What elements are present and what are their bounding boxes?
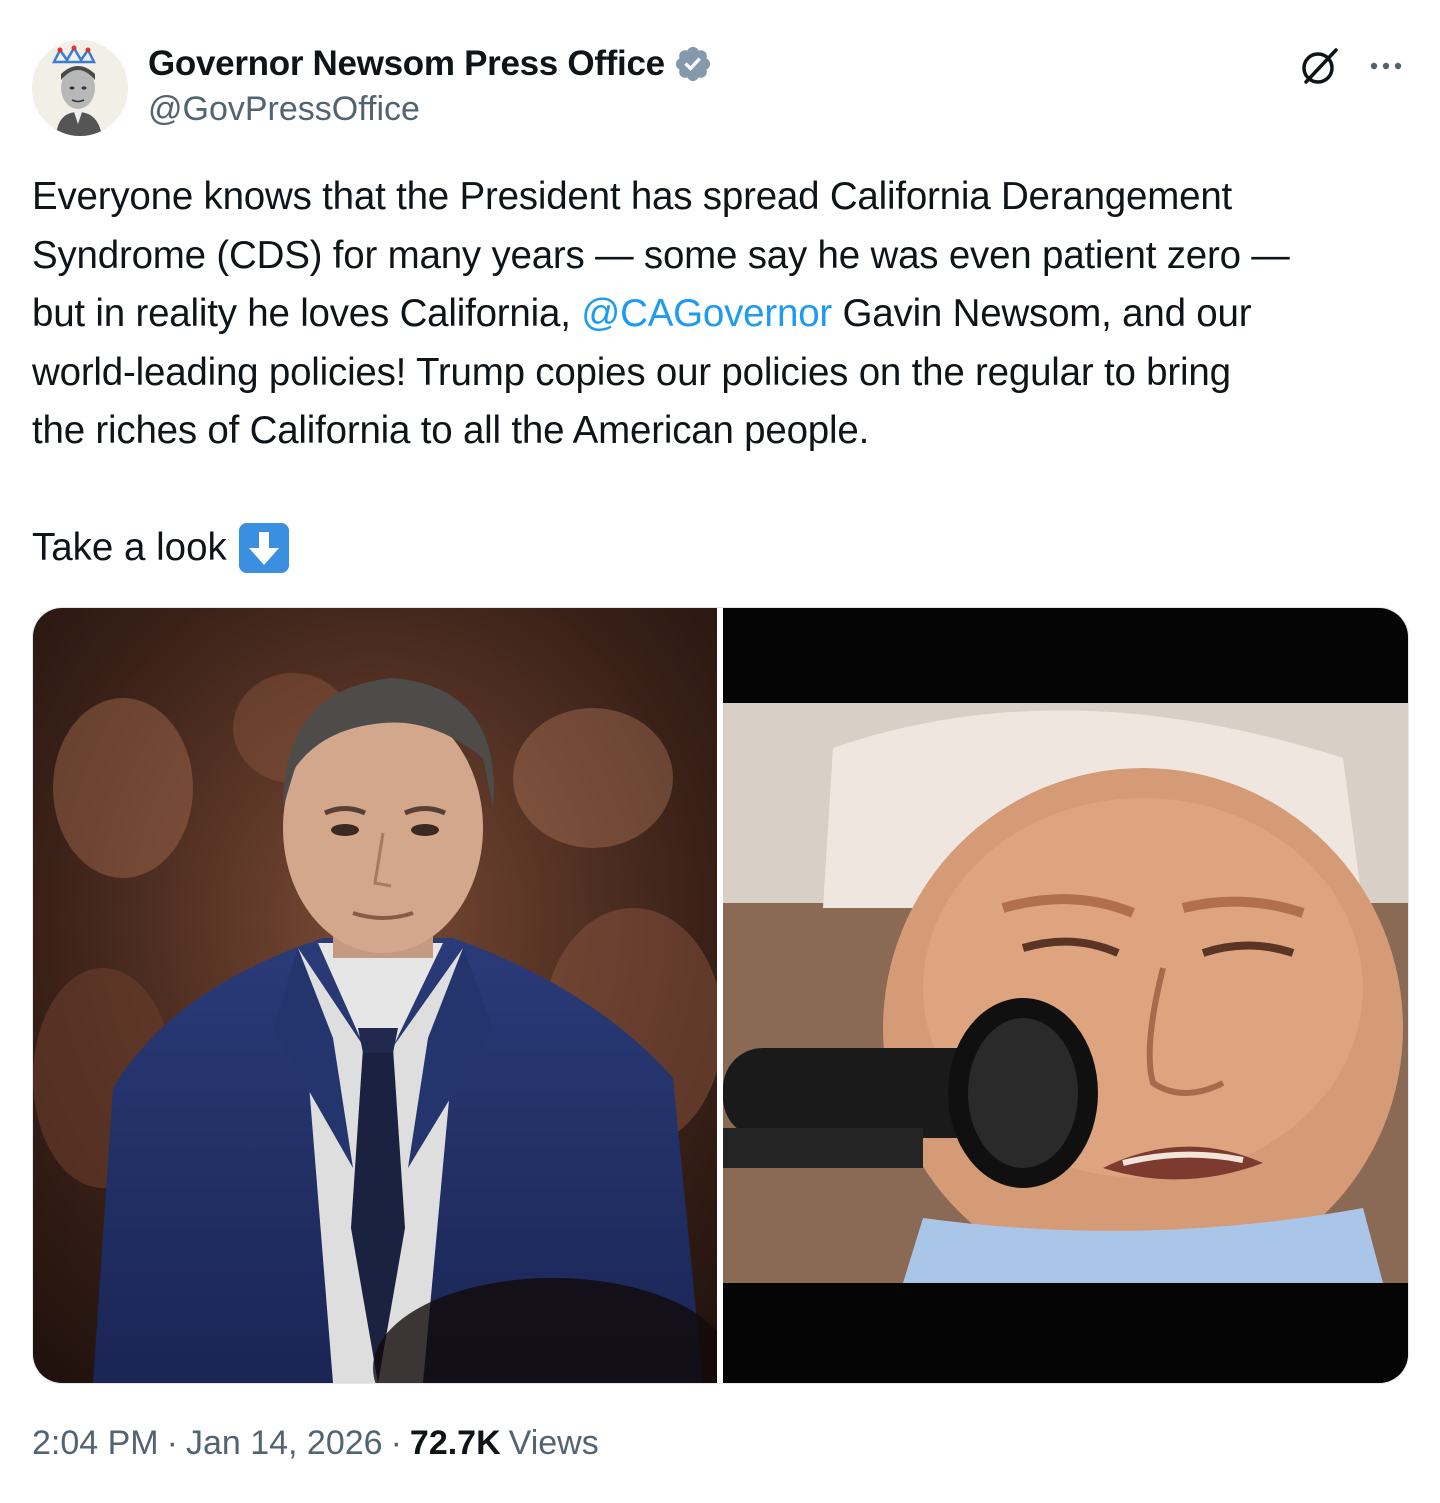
views-label: Views (508, 1424, 599, 1462)
tweet-text-segment: Gavin Newsom, and our (832, 292, 1252, 335)
avatar[interactable] (32, 40, 128, 136)
author-handle[interactable]: @GovPressOffice (148, 90, 420, 129)
tweet-text-line: Syndrome (CDS) for many years — some say… (32, 233, 1290, 277)
media-grid (32, 607, 1409, 1384)
tweet-text-line: Everyone knows that the President has sp… (32, 175, 1233, 218)
author-name-row: Governor Newsom Press Office (148, 40, 713, 88)
verified-badge-icon[interactable] (673, 44, 713, 84)
meta-separator: · (390, 1424, 402, 1462)
more-icon (1370, 62, 1402, 70)
tweet-text-line: the riches of California to all the Amer… (32, 409, 870, 452)
tweet-text-line: but in reality he loves California, @CAG… (32, 285, 1417, 344)
grok-icon (1302, 48, 1338, 84)
tweet-meta: 2:04 PM · Jan 14, 2026 · 72.7K Views (32, 1424, 599, 1463)
down-arrow-icon (238, 523, 289, 574)
take-look-text: Take a look (32, 526, 227, 569)
tweet-text-line: world-leading policies! Trump copies our… (32, 350, 1231, 394)
tweet-card: Governor Newsom Press Office @GovPressOf… (0, 0, 1440, 1503)
more-options-button[interactable] (1362, 42, 1410, 90)
meta-separator: · (166, 1424, 178, 1462)
mention-link[interactable]: @CAGovernor (581, 292, 832, 335)
portrait-photo[interactable] (33, 608, 717, 1383)
closeup-photo[interactable] (723, 608, 1408, 1383)
views-count: 72.7K (409, 1424, 501, 1462)
tweet-text: Everyone knows that the President has sp… (32, 168, 1417, 461)
grok-button[interactable] (1296, 42, 1344, 90)
tweet-text-segment: but in reality he loves California, (32, 292, 582, 335)
avatar-icon (32, 40, 128, 136)
take-look-line: Take a look (32, 519, 289, 578)
tweet-time[interactable]: 2:04 PM (32, 1424, 159, 1463)
display-name[interactable]: Governor Newsom Press Office (148, 44, 665, 84)
tweet-date[interactable]: Jan 14, 2026 (186, 1424, 383, 1463)
